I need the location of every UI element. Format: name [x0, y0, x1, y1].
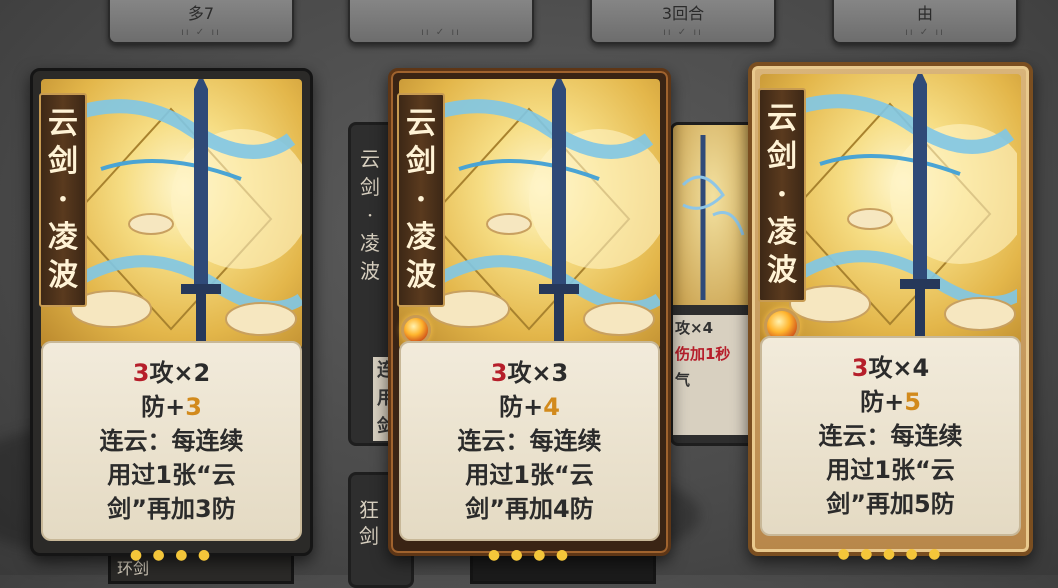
effect-line: 用过1张“云 [465, 461, 594, 489]
defense-label: 防+ [499, 393, 544, 421]
title-char: 云 [360, 147, 380, 171]
skill-card-level-1[interactable]: 云 剑 · 凌 波 3攻×2 防+3 连云：每连续 用过1张“云 剑”再加3防 … [30, 68, 313, 563]
name-char: 剑 [406, 144, 436, 179]
defense-label: 防+ [860, 388, 905, 416]
skill-card-level-3[interactable]: 云 剑 · 凌 波 3攻×4 防+5 连云：每连续 用过1张“云 剑”再加5防 … [748, 62, 1033, 562]
effect-line: 用过1张“云 [107, 461, 236, 489]
attack-value: 3 [490, 359, 508, 387]
top-card-tab-label: 多7 [187, 4, 215, 23]
effect-line: 连云：每连续 [457, 427, 602, 455]
name-char: 云 [767, 101, 797, 136]
effect-line: 剑”再加4防 [465, 495, 594, 523]
background-card-right[interactable]: 攻×4 伤加1秒 气 [670, 122, 756, 446]
title-char: 狂 [359, 498, 379, 522]
effect-line: 连云：每连续 [99, 427, 244, 455]
title-char: 剑 [360, 175, 380, 199]
name-char: 云 [48, 106, 78, 141]
name-char: 波 [406, 258, 436, 293]
background-card-snippet: 攻×4 伤加1秒 气 [673, 315, 753, 435]
level-dots: ● ● ● ● [487, 547, 572, 563]
name-char: 波 [767, 253, 797, 288]
card-name-banner: 云 剑 · 凌 波 [397, 93, 445, 307]
attack-line: 3攻×4 [852, 351, 930, 385]
top-card-tab-label: 3回合 [661, 4, 705, 23]
attack-value: 3 [851, 354, 869, 382]
name-char: 凌 [406, 220, 436, 255]
level-dots: ● ● ● ● ● [837, 546, 944, 562]
title-char: 波 [360, 259, 380, 283]
snippet-line: 气 [675, 371, 691, 389]
top-card-tab-ticks: ıı ✓ ıı [181, 27, 221, 38]
card-name-banner: 云 剑 · 凌 波 [39, 93, 87, 307]
defense-value: 4 [543, 393, 560, 421]
top-card-tab-4[interactable]: 由 ıı ✓ ıı [832, 0, 1018, 44]
spear-art-icon [681, 135, 745, 300]
name-char: · [57, 182, 69, 217]
name-char: 凌 [48, 220, 78, 255]
attack-multiplier: 攻×3 [507, 359, 569, 387]
top-card-tab-1[interactable]: 多7 ıı ✓ ıı [108, 0, 294, 44]
name-char: 波 [48, 258, 78, 293]
title-char: 凌 [360, 231, 380, 255]
attack-multiplier: 攻×4 [868, 354, 930, 382]
defense-label: 防+ [141, 393, 186, 421]
top-card-tab-2[interactable]: ıı ✓ ıı [348, 0, 534, 44]
skill-card-level-2[interactable]: 云 剑 · 凌 波 3攻×3 防+4 连云：每连续 用过1张“云 剑”再加4防 … [388, 68, 671, 563]
top-card-tab-3[interactable]: 3回合 ıı ✓ ıı [590, 0, 776, 44]
level-dots: ● ● ● ● [129, 547, 214, 563]
name-char: 云 [406, 106, 436, 141]
effect-line: 剑”再加3防 [107, 495, 236, 523]
top-card-tab-ticks: ıı ✓ ıı [421, 27, 461, 38]
name-char: · [776, 177, 788, 212]
effect-line: 剑”再加5防 [826, 490, 955, 518]
name-char: · [415, 182, 427, 217]
attack-value: 3 [132, 359, 150, 387]
card-description: 3攻×4 防+5 连云：每连续 用过1张“云 剑”再加5防 [760, 336, 1021, 536]
defense-line: 防+5 [860, 385, 921, 419]
background-card-art [673, 125, 753, 305]
top-card-tab-ticks: ıı ✓ ıı [663, 27, 703, 38]
snippet-line: 攻×4 [675, 319, 714, 337]
defense-value: 3 [185, 393, 202, 421]
card-description: 3攻×2 防+3 连云：每连续 用过1张“云 剑”再加3防 [41, 341, 302, 541]
defense-line: 防+3 [141, 390, 202, 424]
attack-line: 3攻×2 [133, 356, 211, 390]
background-card-title: 云 剑 · 凌 波 [355, 145, 385, 285]
defense-line: 防+4 [499, 390, 560, 424]
title-char: 剑 [359, 524, 379, 548]
attack-multiplier: 攻×2 [149, 359, 211, 387]
card-description: 3攻×3 防+4 连云：每连续 用过1张“云 剑”再加4防 [399, 341, 660, 541]
card-name-banner: 云 剑 · 凌 波 [758, 88, 806, 302]
snippet-line: 伤加1秒 [675, 345, 731, 363]
top-card-tab-ticks: ıı ✓ ıı [905, 27, 945, 38]
name-char: 剑 [767, 139, 797, 174]
attack-line: 3攻×3 [491, 356, 569, 390]
defense-value: 5 [904, 388, 921, 416]
top-card-tab-label: 由 [916, 4, 933, 23]
title-char: · [366, 203, 374, 227]
background-card-title: 狂 剑 [359, 497, 379, 549]
effect-line: 连云：每连续 [818, 422, 963, 450]
effect-line: 用过1张“云 [826, 456, 955, 484]
name-char: 剑 [48, 144, 78, 179]
name-char: 凌 [767, 215, 797, 250]
